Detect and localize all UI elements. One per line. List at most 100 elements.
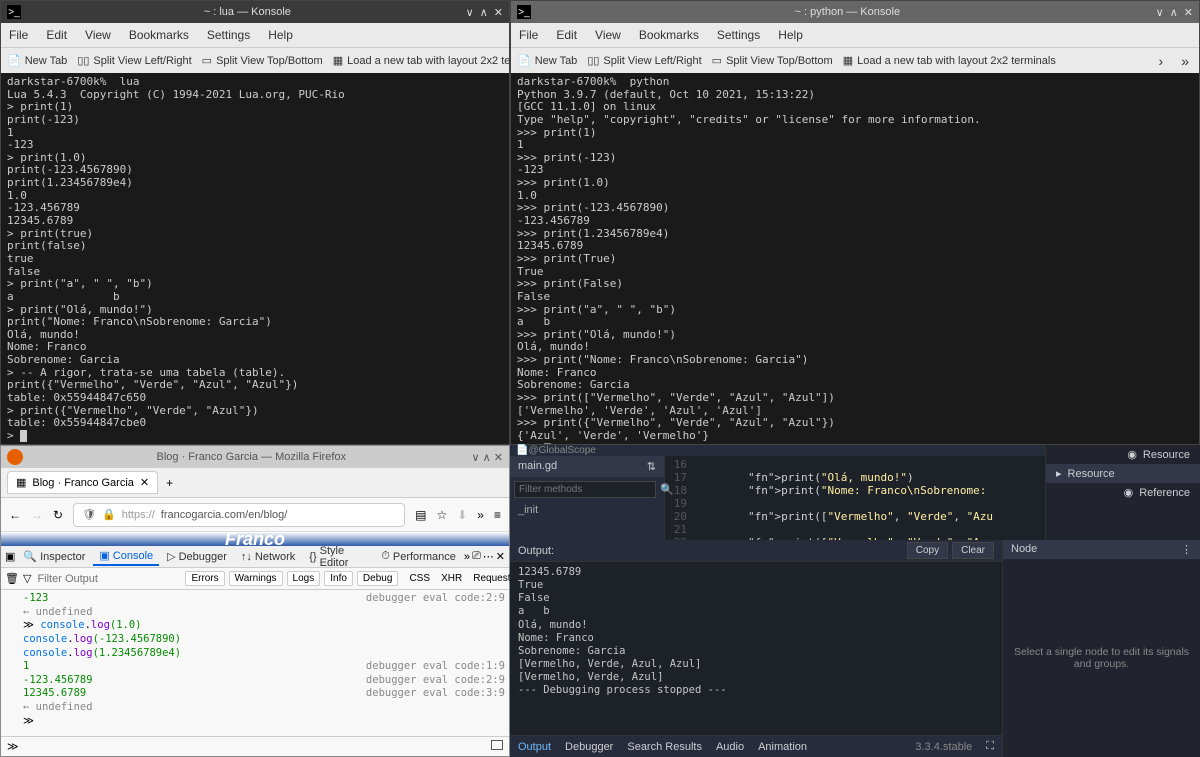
chip-errors[interactable]: Errors	[185, 571, 224, 586]
more-icon[interactable]: ⋮	[1181, 543, 1192, 556]
menu-settings[interactable]: Settings	[717, 28, 760, 42]
downloads-icon[interactable]: ⬇	[457, 508, 467, 522]
output-body[interactable]: 12345.6789 True False a b Olá, mundo! No…	[510, 562, 1002, 735]
url-input[interactable]: 🛡 🔒 https://francogarcia.com/en/blog/	[73, 503, 405, 527]
distraction-free-icon[interactable]: ⛶	[986, 740, 994, 753]
swap-icon[interactable]: ⇅	[647, 460, 656, 473]
page-content: Franco	[1, 532, 509, 546]
tab-console[interactable]: ▣Console	[93, 547, 159, 566]
menu-view[interactable]: View	[595, 28, 621, 42]
filter-input[interactable]	[35, 571, 181, 587]
menu-bookmarks[interactable]: Bookmarks	[129, 28, 189, 42]
chip-warnings[interactable]: Warnings	[229, 571, 283, 586]
split-tb-button[interactable]: ▭ Split View Top/Bottom	[712, 54, 833, 67]
forward-button[interactable]: →	[31, 508, 43, 522]
chip-info[interactable]: Info	[324, 571, 353, 586]
hamburger-icon[interactable]: ≡	[494, 508, 501, 522]
minimize-icon[interactable]: ∨	[1156, 6, 1164, 19]
toolbar-right-icon[interactable]: ›	[1155, 53, 1168, 69]
method-init[interactable]: _init	[510, 502, 664, 518]
devtools-footer: ≫	[1, 736, 509, 756]
clear-button[interactable]: Clear	[952, 542, 994, 559]
tab-inspector[interactable]: 🔍Inspector	[17, 548, 91, 565]
code-editor[interactable]: 1617 "fn">print("Olá, mundo!")18 "fn">pr…	[665, 456, 1045, 551]
version-label: 3.3.4.stable	[915, 741, 972, 753]
code-line: 18 "fn">print("Nome: Franco\nSobrenome:	[665, 484, 1045, 497]
maximize-icon[interactable]: ∧	[483, 451, 491, 464]
browser-tab[interactable]: ▦ Blog · Franco Garcia ✕	[7, 471, 158, 494]
node-tab[interactable]: Node⋮	[1003, 540, 1200, 559]
tab-output[interactable]: Output	[518, 741, 551, 753]
more-icon[interactable]: ⋯	[483, 550, 494, 563]
reference-row[interactable]: ◉Reference	[1046, 483, 1200, 502]
new-tab-button[interactable]: +	[166, 476, 173, 490]
split-console-icon[interactable]	[491, 740, 503, 750]
menu-edit[interactable]: Edit	[556, 28, 577, 42]
reader-icon[interactable]: ▤	[415, 508, 426, 522]
tab-debugger[interactable]: Debugger	[565, 741, 613, 753]
lua-terminal[interactable]: darkstar-6700k% lua Lua 5.4.3 Copyright …	[1, 73, 509, 444]
responsive-icon[interactable]: ⎚	[472, 550, 481, 563]
split-lr-button[interactable]: ▯▯ Split View Left/Right	[587, 54, 701, 67]
toolbar-overflow-icon[interactable]: »	[1177, 53, 1193, 69]
menu-view[interactable]: View	[85, 28, 111, 42]
tab-search[interactable]: Search Results	[627, 741, 702, 753]
menu-settings[interactable]: Settings	[207, 28, 250, 42]
tab-animation[interactable]: Animation	[758, 741, 807, 753]
devtools-tabs: ▣ 🔍Inspector ▣Console ▷Debugger ↑↓Networ…	[1, 546, 509, 568]
minimize-icon[interactable]: ∨	[472, 451, 480, 464]
menu-help[interactable]: Help	[778, 28, 803, 42]
overflow-icon[interactable]: »	[477, 508, 484, 522]
tab-style[interactable]: {}Style Editor	[303, 543, 373, 571]
split-lr-button[interactable]: ▯▯ Split View Left/Right	[77, 54, 191, 67]
python-titlebar[interactable]: >_ ~ : python — Konsole ∨ ∧ ✕	[511, 1, 1199, 23]
chip-xhr[interactable]: XHR	[441, 573, 462, 584]
python-terminal[interactable]: darkstar-6700k% python Python 3.9.7 (def…	[511, 73, 1199, 444]
console-output[interactable]: -123debugger eval code:2:9← undefined≫ c…	[1, 590, 509, 736]
filter-methods-input[interactable]	[514, 481, 656, 498]
code-line: 19	[665, 497, 1045, 510]
menu-bookmarks[interactable]: Bookmarks	[639, 28, 699, 42]
trash-icon[interactable]: 🗑	[5, 572, 19, 585]
chip-css[interactable]: CSS	[409, 573, 430, 584]
menu-help[interactable]: Help	[268, 28, 293, 42]
back-button[interactable]: ←	[9, 508, 21, 522]
lua-title: ~ : lua — Konsole	[29, 6, 466, 18]
tab-close-icon[interactable]: ✕	[140, 476, 149, 489]
copy-button[interactable]: Copy	[907, 542, 948, 559]
new-tab-button[interactable]: 📄 New Tab	[7, 54, 67, 67]
lua-titlebar[interactable]: >_ ~ : lua — Konsole ∨ ∧ ✕	[1, 1, 509, 23]
inspector-panel: ◉Resource ▸ Resource ◉Reference	[1045, 445, 1200, 540]
firefox-icon	[7, 449, 23, 465]
tab-network[interactable]: ↑↓Network	[235, 549, 301, 565]
reload-button[interactable]: ↻	[53, 508, 63, 522]
tab-perf[interactable]: ⏱Performance	[375, 548, 462, 565]
devtools-close-icon[interactable]: ✕	[496, 550, 505, 563]
firefox-tab-strip: ▦ Blog · Franco Garcia ✕ +	[1, 468, 509, 498]
close-icon[interactable]: ✕	[1184, 6, 1193, 19]
menu-file[interactable]: File	[9, 28, 28, 42]
chip-logs[interactable]: Logs	[287, 571, 321, 586]
menu-edit[interactable]: Edit	[46, 28, 67, 42]
dock-icon[interactable]: ▣	[5, 550, 15, 563]
tab-audio[interactable]: Audio	[716, 741, 744, 753]
new-tab-button[interactable]: 📄 New Tab	[517, 54, 577, 67]
minimize-icon[interactable]: ∨	[466, 6, 474, 19]
script-file-tab[interactable]: main.gd⇅	[510, 456, 664, 477]
overflow-icon[interactable]: »	[464, 551, 470, 563]
maximize-icon[interactable]: ∧	[480, 6, 488, 19]
maximize-icon[interactable]: ∧	[1170, 6, 1178, 19]
node-icon: ◉	[1127, 448, 1137, 461]
bookmark-icon[interactable]: ☆	[436, 508, 447, 522]
split-tb-button[interactable]: ▭ Split View Top/Bottom	[202, 54, 323, 67]
chip-debug[interactable]: Debug	[357, 571, 398, 586]
script-breadcrumb: 📄 @GlobalScope	[510, 445, 1045, 456]
menu-file[interactable]: File	[519, 28, 538, 42]
firefox-titlebar[interactable]: Blog · Franco Garcia — Mozilla Firefox ∨…	[1, 446, 509, 468]
close-icon[interactable]: ✕	[494, 6, 503, 19]
resource-row[interactable]: ◉Resource	[1046, 445, 1200, 464]
load-layout-button[interactable]: ▦ Load a new tab with layout 2x2 termina…	[843, 54, 1056, 67]
resource-header[interactable]: ▸ Resource	[1046, 464, 1200, 483]
close-icon[interactable]: ✕	[494, 451, 503, 464]
tab-debugger[interactable]: ▷Debugger	[161, 548, 233, 565]
